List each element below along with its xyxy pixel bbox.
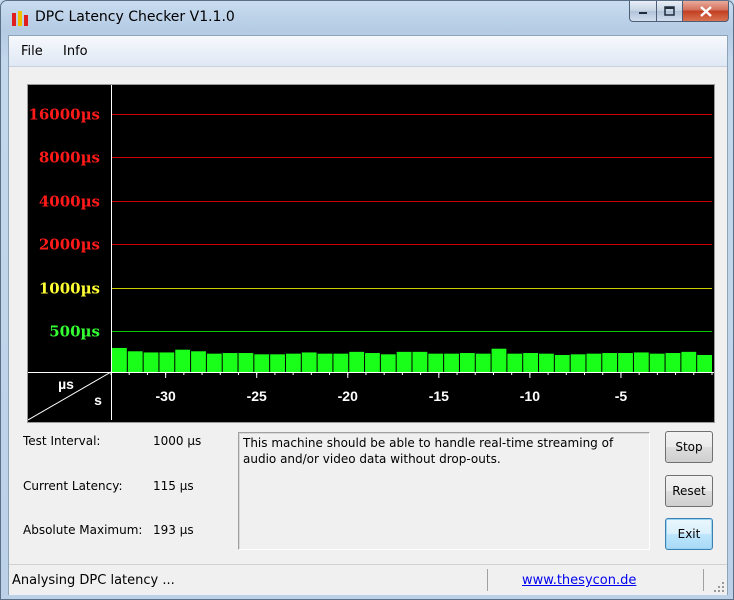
test-interval-label: Test Interval: — [23, 434, 101, 448]
menu-file[interactable]: File — [21, 44, 43, 59]
y-tick-label: 500µs — [49, 323, 100, 341]
x-tick-label: -30 — [156, 388, 176, 404]
minimize-button[interactable] — [629, 1, 657, 22]
latency-bar — [238, 353, 254, 372]
status-divider — [703, 569, 704, 591]
minimize-icon — [639, 12, 647, 14]
latency-bar — [191, 351, 206, 372]
title-bar[interactable]: DPC Latency Checker V1.1.0 — [1, 1, 733, 35]
y-tick-label: 16000µs — [28, 106, 100, 124]
current-latency-label: Current Latency: — [23, 479, 123, 493]
latency-bar — [206, 353, 222, 372]
test-interval-value: 1000 µs — [153, 434, 202, 448]
latency-bar — [554, 354, 570, 372]
latency-bar — [618, 353, 633, 372]
close-icon — [699, 5, 712, 17]
stop-button[interactable]: Stop — [665, 431, 713, 463]
latency-bar — [222, 353, 238, 372]
latency-bar — [333, 353, 349, 372]
latency-bar — [444, 353, 459, 372]
latency-bar — [649, 353, 665, 372]
latency-bar — [523, 353, 539, 372]
app-icon — [12, 11, 28, 26]
latency-bar — [112, 347, 127, 372]
latency-bar — [459, 353, 475, 372]
latency-bar — [365, 353, 380, 372]
caption-buttons — [629, 1, 729, 23]
latency-bar — [681, 351, 697, 372]
app-window: DPC Latency Checker V1.1.0 File Info 160… — [0, 0, 734, 600]
latency-bar — [380, 354, 396, 372]
latency-bar — [633, 352, 649, 372]
latency-bar — [175, 349, 191, 372]
latency-bar — [602, 353, 618, 372]
exit-button[interactable]: Exit — [665, 518, 713, 550]
x-tick-label: -5 — [615, 388, 628, 404]
reset-button[interactable]: Reset — [665, 475, 713, 507]
menu-bar: File Info — [9, 36, 727, 67]
website-link[interactable]: www.thesycon.de — [522, 573, 636, 588]
latency-bar — [396, 351, 412, 372]
status-bar: Analysing DPC latency ... www.thesycon.d… — [9, 564, 727, 595]
latency-bar — [539, 353, 554, 372]
client-area: File Info 16000µs 8000µs 4000µs 2000µs 1000µ… — [8, 35, 728, 595]
latency-bar — [507, 353, 523, 372]
latency-bar — [428, 353, 444, 372]
x-unit-label: s — [94, 392, 102, 408]
y-tick-label: 4000µs — [39, 193, 100, 211]
result-message-box: This machine should be able to handle re… — [238, 432, 650, 550]
x-tick-label: -10 — [520, 388, 540, 404]
latency-bar — [143, 352, 159, 372]
latency-bar — [697, 354, 712, 372]
x-tick-label: -15 — [429, 388, 449, 404]
latency-bar — [254, 354, 270, 372]
current-latency-value: 115 µs — [153, 479, 194, 493]
y-tick-label: 8000µs — [39, 149, 100, 167]
absolute-maximum-label: Absolute Maximum: — [23, 523, 143, 537]
window-title: DPC Latency Checker V1.1.0 — [35, 9, 235, 25]
resize-grip-icon[interactable] — [713, 581, 725, 593]
latency-bar — [127, 351, 143, 372]
y-tick-label: 2000µs — [39, 236, 100, 254]
close-button[interactable] — [683, 1, 729, 22]
menu-info[interactable]: Info — [63, 44, 88, 59]
latency-bar — [159, 352, 175, 372]
maximize-button[interactable] — [657, 1, 683, 22]
y-unit-label: µs — [58, 376, 74, 392]
status-divider — [487, 569, 488, 591]
latency-bar — [491, 348, 507, 372]
latency-graph: 16000µs 8000µs 4000µs 2000µs 1000µs 500µs µs s -… — [27, 84, 715, 423]
latency-bar — [270, 354, 285, 372]
maximize-icon — [664, 6, 675, 16]
latency-bar — [349, 351, 365, 372]
y-tick-label: 1000µs — [39, 280, 100, 298]
latency-bar — [317, 353, 333, 372]
latency-bar — [301, 352, 317, 372]
latency-bar — [412, 351, 428, 372]
latency-bar — [586, 353, 602, 372]
result-message: This machine should be able to handle re… — [243, 436, 614, 466]
x-tick-label: -20 — [338, 388, 358, 404]
latency-bar — [570, 354, 586, 372]
status-text: Analysing DPC latency ... — [12, 573, 175, 588]
latency-bar — [475, 353, 491, 372]
latency-chart-svg: 16000µs 8000µs 4000µs 2000µs 1000µs 500µs µs s -… — [28, 85, 714, 421]
latency-bar — [665, 353, 681, 372]
absolute-maximum-value: 193 µs — [153, 523, 194, 537]
x-tick-label: -25 — [247, 388, 267, 404]
latency-bar — [285, 353, 301, 372]
